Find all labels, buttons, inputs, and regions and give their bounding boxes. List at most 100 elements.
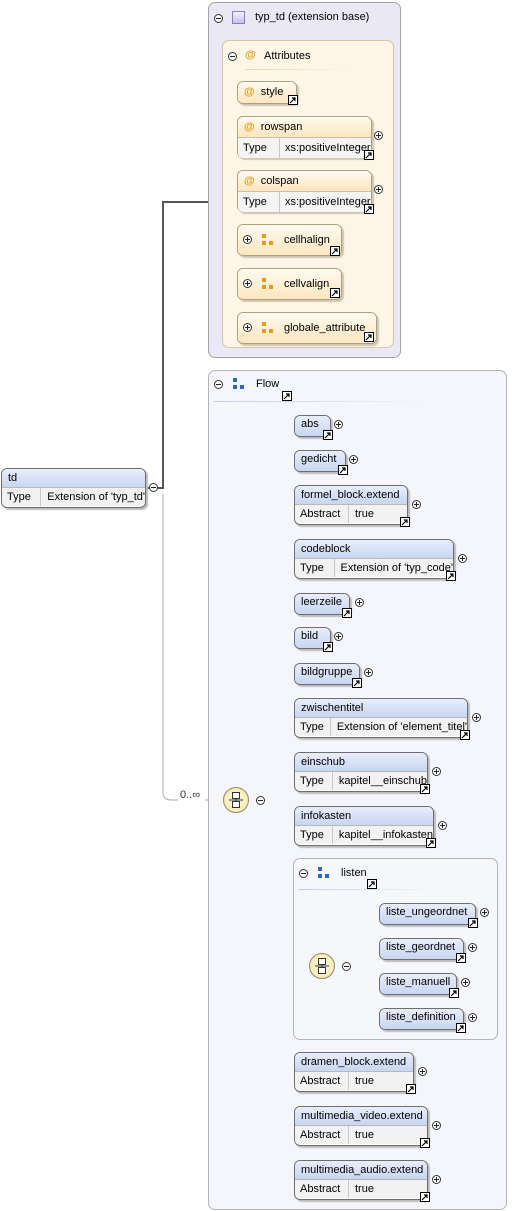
group-icon xyxy=(233,378,245,390)
link-arrow-icon[interactable] xyxy=(352,678,362,688)
expand-icon[interactable] xyxy=(334,632,343,641)
link-arrow-icon[interactable] xyxy=(449,988,459,998)
link-arrow-icon[interactable] xyxy=(468,918,478,928)
attribute-group-cellhalign[interactable]: cellhalign xyxy=(237,224,342,256)
collapse-icon[interactable] xyxy=(149,483,158,492)
link-arrow-icon[interactable] xyxy=(456,953,466,963)
expand-icon[interactable] xyxy=(355,598,364,607)
attribute-icon: @ xyxy=(244,175,255,187)
element-einschub[interactable]: einschub Type kapitel__einschub xyxy=(294,752,428,792)
root-element-td[interactable]: td Type Extension of 'typ_td' xyxy=(1,468,146,508)
collapse-icon[interactable] xyxy=(299,869,308,878)
expand-icon[interactable] xyxy=(374,131,383,140)
element-liste-manuell[interactable]: liste_manuell xyxy=(379,973,457,995)
attribute-group-name: cellvalign xyxy=(284,278,330,290)
collapse-icon[interactable] xyxy=(228,52,237,61)
expand-icon[interactable] xyxy=(432,1121,441,1130)
element-name: einschub xyxy=(295,753,427,771)
collapse-icon[interactable] xyxy=(214,380,223,389)
element-multimedia-audio-extend[interactable]: multimedia_audio.extend Abstract true xyxy=(294,1160,428,1200)
expand-icon[interactable] xyxy=(418,1067,427,1076)
link-arrow-icon[interactable] xyxy=(420,1192,430,1202)
attribute-icon: @ xyxy=(245,49,256,61)
attribute-group-cellvalign[interactable]: cellvalign xyxy=(237,268,342,300)
element-liste-ungeordnet[interactable]: liste_ungeordnet xyxy=(379,903,476,925)
link-arrow-icon[interactable] xyxy=(426,838,436,848)
link-arrow-icon[interactable] xyxy=(460,730,470,740)
element-codeblock[interactable]: codeblock Type Extension of 'typ_code' xyxy=(294,539,454,579)
flow-underline xyxy=(214,401,434,402)
type-key: Type xyxy=(238,138,280,158)
link-arrow-icon[interactable] xyxy=(456,1023,466,1033)
expand-icon[interactable] xyxy=(472,713,481,722)
link-arrow-icon[interactable] xyxy=(420,1138,430,1148)
link-arrow-icon[interactable] xyxy=(282,391,292,401)
element-formel-block-extend[interactable]: formel_block.extend Abstract true xyxy=(294,485,408,525)
collapse-icon[interactable] xyxy=(256,796,265,805)
element-name: infokasten xyxy=(295,807,433,825)
element-name: multimedia_video.extend xyxy=(295,1107,427,1125)
flow-title: Flow xyxy=(256,378,280,390)
link-arrow-icon[interactable] xyxy=(367,879,377,889)
expand-icon[interactable] xyxy=(432,1175,441,1184)
element-name: td xyxy=(2,469,145,487)
element-liste-geordnet[interactable]: liste_geordnet xyxy=(379,938,464,960)
expand-icon[interactable] xyxy=(374,185,383,194)
element-name: liste_geordnet xyxy=(380,939,463,959)
expand-icon[interactable] xyxy=(243,323,252,332)
expand-icon[interactable] xyxy=(349,455,358,464)
expand-icon[interactable] xyxy=(438,821,447,830)
abstract-value: true xyxy=(355,508,374,520)
link-arrow-icon[interactable] xyxy=(406,1084,416,1094)
link-arrow-icon[interactable] xyxy=(420,784,430,794)
sequence-icon[interactable] xyxy=(223,787,249,813)
complex-type-icon xyxy=(232,11,245,24)
type-value: kapitel__einschub xyxy=(338,775,427,787)
attribute-colspan[interactable]: @ colspan Type xs:positiveInteger xyxy=(237,170,372,212)
element-multimedia-video-extend[interactable]: multimedia_video.extend Abstract true xyxy=(294,1106,428,1146)
expand-icon[interactable] xyxy=(364,668,373,677)
expand-icon[interactable] xyxy=(458,554,467,563)
expand-icon[interactable] xyxy=(432,767,441,776)
link-arrow-icon[interactable] xyxy=(364,332,374,342)
type-value: Extension of 'element_titel' xyxy=(336,721,467,733)
link-arrow-icon[interactable] xyxy=(330,246,340,256)
link-arrow-icon[interactable] xyxy=(446,571,456,581)
type-value: xs:positiveInteger xyxy=(285,196,371,208)
link-arrow-icon[interactable] xyxy=(323,430,333,440)
expand-icon[interactable] xyxy=(334,420,343,429)
element-liste-definition[interactable]: liste_definition xyxy=(379,1008,464,1030)
link-arrow-icon[interactable] xyxy=(338,465,348,475)
abstract-key: Abstract xyxy=(295,1180,349,1198)
element-bildgruppe[interactable]: bildgruppe xyxy=(294,663,360,685)
expand-icon[interactable] xyxy=(461,978,470,987)
link-arrow-icon[interactable] xyxy=(364,204,374,214)
sequence-icon[interactable] xyxy=(309,953,335,979)
attribute-group-name: globale_attribute xyxy=(284,322,366,334)
attribute-rowspan[interactable]: @ rowspan Type xs:positiveInteger xyxy=(237,116,372,158)
expand-icon[interactable] xyxy=(480,908,489,917)
type-value: Extension of 'typ_code' xyxy=(340,562,453,574)
link-arrow-icon[interactable] xyxy=(330,288,340,298)
element-name: liste_definition xyxy=(380,1009,463,1029)
element-infokasten[interactable]: infokasten Type kapitel__infokasten xyxy=(294,806,434,846)
expand-icon[interactable] xyxy=(243,279,252,288)
link-arrow-icon[interactable] xyxy=(364,150,374,160)
link-arrow-icon[interactable] xyxy=(323,642,333,652)
link-arrow-icon[interactable] xyxy=(288,95,298,105)
link-arrow-icon[interactable] xyxy=(400,517,410,527)
expand-icon[interactable] xyxy=(412,500,421,509)
element-name: liste_ungeordnet xyxy=(380,904,475,924)
collapse-icon[interactable] xyxy=(214,14,223,23)
expand-icon[interactable] xyxy=(468,1013,477,1022)
element-zwischentitel[interactable]: zwischentitel Type Extension of 'element_… xyxy=(294,698,468,738)
attribute-group-globale-attribute[interactable]: globale_attribute xyxy=(237,312,377,344)
type-key: Type xyxy=(2,488,42,506)
expand-icon[interactable] xyxy=(243,235,252,244)
element-name: codeblock xyxy=(295,540,453,558)
element-dramen-block-extend[interactable]: dramen_block.extend Abstract true xyxy=(294,1052,414,1092)
link-arrow-icon[interactable] xyxy=(342,608,352,618)
collapse-icon[interactable] xyxy=(342,962,351,971)
expand-icon[interactable] xyxy=(468,943,477,952)
attribute-group-name: cellhalign xyxy=(284,234,330,246)
